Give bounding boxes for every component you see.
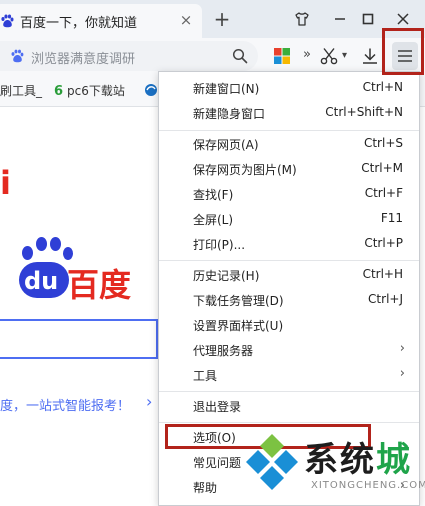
pc6-icon: 6 — [54, 84, 63, 97]
menu-item-label: 保存网页(A) — [193, 138, 259, 152]
screenshot-dropdown[interactable]: ▾ — [342, 50, 347, 61]
menu-item-print[interactable]: 打印(P)... Ctrl+P — [159, 232, 419, 256]
maximize-icon — [362, 13, 374, 25]
submenu-arrow-icon: › — [399, 366, 405, 381]
watermark-name-a: 系统 — [304, 440, 376, 480]
baidu-logo-fragment: i — [0, 164, 11, 202]
menu-item-label: 查找(F) — [193, 188, 234, 202]
new-tab-button[interactable]: + — [211, 8, 233, 30]
menu-item-shortcut: Ctrl+Shift+N — [325, 105, 403, 119]
close-window-icon — [397, 13, 409, 25]
submenu-arrow-icon: › — [399, 341, 405, 356]
menu-item-new-window[interactable]: 新建窗口(N) Ctrl+N — [159, 76, 419, 100]
tab-bar: 百度一下，你就知道 × + — [0, 0, 425, 38]
menu-item-tools[interactable]: 工具 › — [159, 363, 419, 387]
menu-item-label: 代理服务器 — [193, 344, 254, 358]
address-placeholder: 浏览器满意度调研 — [31, 52, 136, 67]
menu-item-label: 保存网页为图片(M) — [193, 163, 297, 177]
menu-item-label: 常见问题 — [193, 456, 242, 470]
menu-item-label: 下载任务管理(D) — [193, 294, 284, 308]
watermark-logo-icon — [246, 434, 298, 490]
menu-item-shortcut: Ctrl+F — [364, 186, 403, 200]
menu-item-new-incognito[interactable]: 新建隐身窗口 Ctrl+Shift+N — [159, 101, 419, 125]
promo-arrow-icon[interactable]: › — [146, 392, 152, 411]
menu-item-label: 新建窗口(N) — [193, 82, 260, 96]
survey-paw-icon — [11, 49, 24, 63]
search-icon[interactable] — [232, 48, 248, 64]
shirt-skin-icon — [295, 12, 309, 26]
menu-separator — [159, 260, 419, 261]
menu-item-history[interactable]: 历史记录(H) Ctrl+H — [159, 263, 419, 287]
menu-item-label: 历史记录(H) — [193, 269, 260, 283]
menu-item-shortcut: Ctrl+P — [364, 236, 403, 250]
menu-item-shortcut: Ctrl+H — [362, 267, 403, 281]
menu-item-label: 工具 — [193, 369, 218, 383]
tab-baidu[interactable]: 百度一下，你就知道 × — [0, 4, 202, 38]
menu-item-logout[interactable]: 退出登录 — [159, 394, 419, 418]
apps-grid-icon[interactable] — [273, 47, 291, 65]
baidu-paw-icon — [1, 14, 14, 28]
promo-link[interactable]: 度，一站式智能报考！ — [0, 395, 130, 414]
menu-item-label: 退出登录 — [193, 400, 242, 414]
bookmark-item[interactable]: 刷工具_ — [0, 82, 42, 99]
browser-bookmark-icon[interactable] — [144, 83, 158, 97]
menu-item-fullscreen[interactable]: 全屏(L) F11 — [159, 207, 419, 231]
menu-item-label: 全屏(L) — [193, 213, 234, 227]
menu-item-shortcut: Ctrl+S — [363, 136, 403, 150]
tab-title: 百度一下，你就知道 — [20, 15, 138, 31]
menu-item-save-as-image[interactable]: 保存网页为图片(M) Ctrl+M — [159, 157, 419, 181]
watermark-name: 系统城 — [304, 432, 412, 481]
scissors-icon[interactable] — [320, 47, 338, 65]
menu-item-shortcut: F11 — [380, 211, 403, 225]
toolbar: 浏览器满意度调研 » ▾ — [0, 38, 425, 74]
watermark-domain: XITONGCHENG.COM — [311, 480, 425, 491]
menu-item-proxy[interactable]: 代理服务器 › — [159, 338, 419, 362]
menu-item-shortcut: Ctrl+M — [361, 161, 403, 175]
more-extensions-button[interactable]: » — [303, 47, 311, 62]
menu-separator — [159, 130, 419, 131]
close-icon[interactable]: × — [178, 12, 194, 28]
menu-item-label: 帮助 — [193, 481, 218, 495]
bookmark-item[interactable]: pc6下载站 — [67, 82, 125, 99]
download-arrow-icon[interactable] — [361, 47, 379, 65]
menu-item-save-page[interactable]: 保存网页(A) Ctrl+S — [159, 132, 419, 156]
menu-separator — [159, 422, 419, 423]
svg-text:6: 6 — [54, 84, 63, 97]
address-bar[interactable]: 浏览器满意度调研 — [0, 41, 258, 71]
menu-item-shortcut: Ctrl+J — [368, 292, 403, 306]
baidu-logo-du: du — [24, 267, 59, 295]
menu-item-shortcut: Ctrl+N — [362, 80, 403, 94]
menu-item-find[interactable]: 查找(F) Ctrl+F — [159, 182, 419, 206]
menu-item-downloads[interactable]: 下载任务管理(D) Ctrl+J — [159, 288, 419, 312]
highlight-menu-button — [382, 28, 424, 75]
maximize-button[interactable] — [354, 5, 382, 33]
baidu-search-input[interactable] — [0, 319, 158, 359]
menu-item-label: 打印(P)... — [193, 238, 246, 252]
baidu-logo-text: 百度 — [67, 266, 132, 304]
menu-separator — [159, 391, 419, 392]
menu-item-label: 新建隐身窗口 — [193, 107, 266, 121]
minimize-button[interactable] — [326, 5, 354, 33]
watermark-name-b: 城 — [376, 440, 412, 480]
skin-button[interactable] — [288, 5, 316, 33]
menu-item-ui-style[interactable]: 设置界面样式(U) — [159, 313, 419, 337]
minimize-icon — [335, 18, 345, 20]
menu-item-label: 设置界面样式(U) — [193, 319, 284, 333]
